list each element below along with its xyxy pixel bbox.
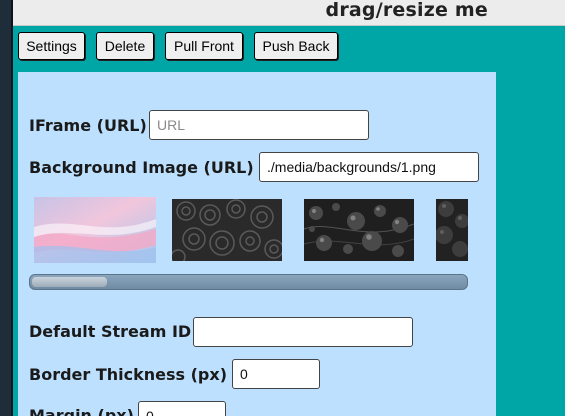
- default-stream-id-input[interactable]: [193, 317, 413, 347]
- pull-front-button[interactable]: Pull Front: [165, 32, 243, 60]
- settings-button[interactable]: Settings: [18, 32, 85, 60]
- push-back-button[interactable]: Push Back: [254, 32, 338, 60]
- dark-circles-thumbnail[interactable]: [172, 199, 282, 261]
- dark-spheres-thumbnail[interactable]: [304, 199, 414, 261]
- pastel-waves-thumbnail[interactable]: [34, 197, 156, 263]
- margin-label: Margin (px): [29, 406, 134, 416]
- margin-input[interactable]: 0: [138, 401, 226, 416]
- iframe-url-placeholder: URL: [157, 117, 186, 133]
- default-stream-id-label: Default Stream ID: [29, 322, 192, 341]
- iframe-url-input[interactable]: URL: [149, 110, 369, 140]
- iframe-url-label: IFrame (URL): [29, 116, 147, 135]
- dark-bubbles-thumbnail[interactable]: [436, 199, 468, 261]
- settings-panel: IFrame (URL) URL Background Image (URL) …: [18, 72, 496, 416]
- title-bar[interactable]: drag/resize me: [13, 0, 565, 26]
- window-title: drag/resize me: [325, 0, 488, 21]
- thumbnail-scrollbar[interactable]: [29, 274, 468, 290]
- left-window-border: [11, 0, 13, 416]
- border-thickness-label: Border Thickness (px): [29, 365, 228, 384]
- thumbnail-scrollbar-thumb[interactable]: [32, 277, 107, 287]
- background-image-url-label: Background Image (URL): [29, 158, 254, 177]
- left-window-edge: [0, 0, 11, 416]
- background-image-url-input[interactable]: ./media/backgrounds/1.png: [259, 152, 479, 182]
- delete-button[interactable]: Delete: [96, 32, 154, 60]
- border-thickness-input[interactable]: 0: [232, 359, 320, 389]
